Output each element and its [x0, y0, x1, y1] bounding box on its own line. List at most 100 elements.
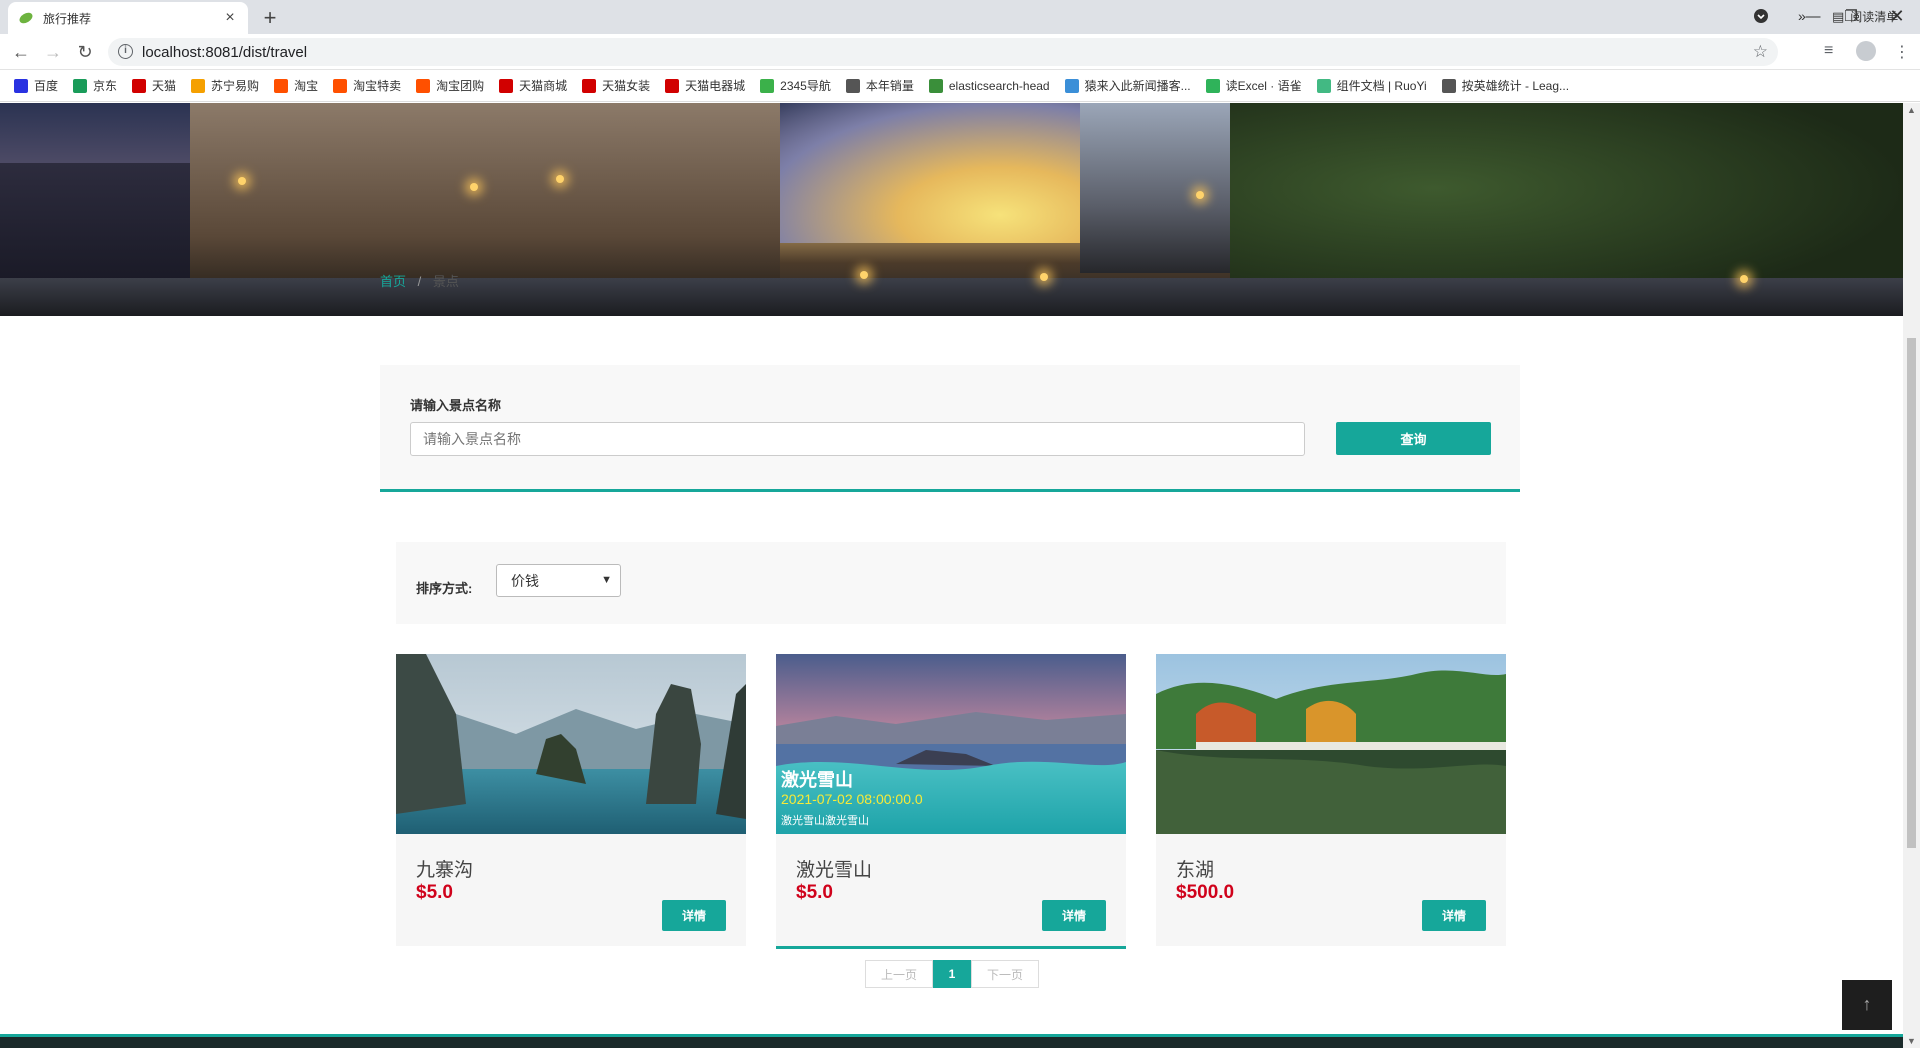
page-number-button[interactable]: 1: [933, 960, 971, 988]
sort-panel: 排序方式: 价钱 ▼: [396, 542, 1506, 624]
bookmark-item[interactable]: 读Excel · 语雀: [1205, 77, 1302, 94]
breadcrumb: 首页 / 景点: [380, 271, 459, 290]
bookmark-label: 按英雄统计 - Leag...: [1461, 79, 1570, 93]
bookmark-item[interactable]: 组件文档 | RuoYi: [1316, 77, 1427, 94]
globe-icon: [1441, 78, 1456, 93]
footer-bar: [0, 1034, 1903, 1048]
tab-search-icon[interactable]: [1748, 0, 1774, 32]
bookmark-item[interactable]: 2345导航: [760, 77, 831, 94]
arrow-up-icon: ↑: [1862, 994, 1872, 1014]
detail-button[interactable]: 详情: [662, 900, 726, 931]
es-icon: [928, 78, 943, 93]
tmall-icon: [132, 78, 147, 93]
attraction-card[interactable]: 东湖 $500.0 详情: [1156, 654, 1506, 946]
overlay-date: 2021-07-02 08:00:00.0: [781, 791, 923, 807]
site-info-icon[interactable]: i: [118, 44, 133, 59]
bookmark-item[interactable]: 本年销量: [845, 77, 914, 94]
bookmark-item[interactable]: 天猫商城: [499, 77, 567, 94]
bookmark-label: elasticsearch-head: [948, 78, 1050, 93]
new-tab-button[interactable]: +: [258, 5, 282, 31]
back-to-top-button[interactable]: ↑: [1842, 980, 1892, 1030]
bookmark-item[interactable]: 天猫女装: [582, 77, 650, 94]
attraction-image: [1156, 654, 1506, 834]
suning-icon: [191, 78, 206, 93]
bookmark-label: 淘宝团购: [436, 79, 485, 93]
tab-title: 旅行推荐: [43, 11, 92, 26]
bookmark-item[interactable]: elasticsearch-head: [928, 78, 1050, 93]
attraction-price: $5.0: [416, 882, 453, 903]
bookmark-label: 本年销量: [865, 79, 914, 93]
page-scrollbar[interactable]: ▲ ▼: [1903, 103, 1920, 1048]
sort-select[interactable]: 价钱 ▼: [496, 564, 621, 597]
detail-button[interactable]: 详情: [1422, 900, 1486, 931]
scroll-down-arrow-icon[interactable]: ▼: [1907, 1036, 1916, 1046]
yuque-icon: [1205, 78, 1220, 93]
nav2345-icon: [760, 78, 775, 93]
next-page-button[interactable]: 下一页: [971, 960, 1039, 988]
reload-icon[interactable]: ↻: [74, 42, 96, 64]
profile-avatar-icon[interactable]: [1856, 41, 1876, 61]
taobao-icon: [274, 78, 289, 93]
url-text: localhost:8081/dist/travel: [142, 43, 308, 61]
bookmark-item[interactable]: 淘宝团购: [416, 77, 484, 94]
banner-image: [0, 103, 1903, 316]
scrollbar-thumb[interactable]: [1907, 338, 1916, 848]
reading-list-icon: ▤: [1832, 8, 1845, 24]
overlay-title: 激光雪山: [781, 770, 853, 790]
bookmark-item[interactable]: 淘宝特卖: [333, 77, 401, 94]
breadcrumb-home-link[interactable]: 首页: [380, 274, 406, 289]
bookmark-item[interactable]: 苏宁易购: [191, 77, 259, 94]
address-bar[interactable]: i localhost:8081/dist/travel ☆: [108, 38, 1778, 66]
search-input[interactable]: [410, 422, 1305, 456]
attraction-image: 激光雪山 2021-07-02 08:00:00.0 激光雪山激光雪山: [776, 654, 1126, 834]
bookmarks-overflow-icon[interactable]: »: [1798, 8, 1806, 24]
search-button[interactable]: 查询: [1336, 422, 1491, 455]
bookmark-item[interactable]: 天猫电器城: [665, 77, 745, 94]
attraction-card[interactable]: 九寨沟 $5.0 详情: [396, 654, 746, 946]
bookmark-item[interactable]: 猿来入此新闻播客...: [1064, 77, 1191, 94]
browser-tab-strip: 旅行推荐 × + — ❐ ✕: [0, 0, 1920, 34]
sort-selected-value: 价钱: [511, 572, 539, 589]
browser-tab[interactable]: 旅行推荐 ×: [8, 2, 248, 34]
prev-page-button[interactable]: 上一页: [865, 960, 933, 988]
bookmark-label: 2345导航: [780, 79, 831, 93]
bookmark-label: 淘宝特卖: [353, 79, 402, 93]
bookmark-label: 天猫电器城: [685, 79, 746, 93]
bookmark-item[interactable]: 淘宝: [274, 77, 318, 94]
bookmarks-bar: 百度 京东 天猫 苏宁易购 淘宝 淘宝特卖 淘宝团购 天猫商城 天猫女装 天猫电器城 2345导航 本…: [0, 70, 1920, 102]
bookmark-label: 猿来入此新闻播客...: [1084, 79, 1191, 93]
bookmark-item[interactable]: 按英雄统计 - Leag...: [1441, 77, 1570, 94]
bookmark-item[interactable]: 天猫: [132, 77, 176, 94]
attraction-card[interactable]: 激光雪山 2021-07-02 08:00:00.0 激光雪山激光雪山 激光雪山…: [776, 654, 1126, 949]
bookmark-label: 天猫女装: [602, 79, 651, 93]
jd-icon: [73, 78, 88, 93]
tmall-icon: [665, 78, 680, 93]
bookmark-item[interactable]: 京东: [73, 77, 117, 94]
bookmark-label: 百度: [34, 79, 59, 93]
attraction-name: 激光雪山: [796, 860, 873, 881]
scroll-up-arrow-icon[interactable]: ▲: [1907, 105, 1916, 115]
reading-list-button[interactable]: ▤ 阅读清单: [1832, 8, 1898, 25]
bookmark-label: 天猫: [152, 79, 177, 93]
pagination: 上一页 1 下一页: [865, 960, 1039, 988]
tmall-icon: [582, 78, 597, 93]
bookmark-label: 淘宝: [294, 79, 319, 93]
bookmark-label: 苏宁易购: [211, 79, 260, 93]
menu-kebab-icon[interactable]: ⋮: [1894, 42, 1910, 62]
attraction-name: 东湖: [1176, 860, 1215, 881]
back-icon[interactable]: ←: [10, 42, 32, 64]
bookmark-item[interactable]: 百度: [14, 77, 58, 94]
reading-list-label: 阅读清单: [1850, 10, 1899, 24]
attraction-price: $500.0: [1176, 882, 1235, 903]
close-tab-icon[interactable]: ×: [222, 9, 238, 27]
attraction-image: [396, 654, 746, 834]
bookmark-star-icon[interactable]: ☆: [1753, 42, 1768, 62]
taobao-icon: [416, 78, 431, 93]
breadcrumb-current: 景点: [432, 274, 459, 289]
forward-icon[interactable]: →: [42, 42, 64, 64]
sort-label: 排序方式:: [416, 581, 473, 596]
media-control-icon[interactable]: ≡: [1824, 42, 1833, 60]
search-panel: 请输入景点名称 查询: [380, 365, 1520, 492]
leaf-favicon-icon: [18, 10, 34, 26]
detail-button[interactable]: 详情: [1042, 900, 1106, 931]
